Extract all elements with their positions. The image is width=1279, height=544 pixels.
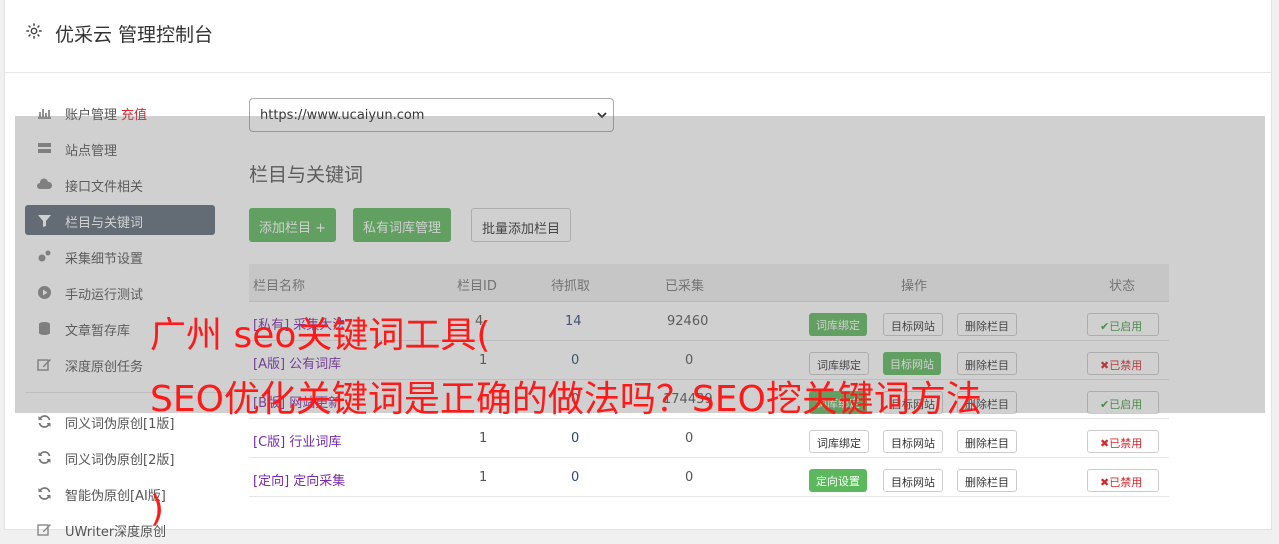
target-site-button[interactable]: 目标网站 [883,430,943,453]
sidebar-item-synonym-v2[interactable]: 同义词伪原创[2版] [25,442,215,472]
column-id: 1 [479,431,488,446]
pending-count: 0 [571,470,580,485]
table-row: [定向] 定向采集 1 0 0 定向设置 目标网站 删除栏目 ✖已禁用 [249,458,1169,497]
pending-count: 0 [571,431,580,446]
column-id: 1 [479,470,488,485]
page-title: 优采云 管理控制台 [55,24,214,46]
watermark-line-3: ) [150,489,165,530]
collected-count: 0 [685,431,694,446]
delete-column-button[interactable]: 删除栏目 [957,469,1017,492]
column-name[interactable]: [定向] 定向采集 [253,470,345,489]
directed-settings-button[interactable]: 定向设置 [809,469,867,492]
target-site-button[interactable]: 目标网站 [883,469,943,492]
sidebar-item-label: 同义词伪原创[2版] [65,453,175,468]
refresh-icon [38,415,51,428]
refresh-icon [38,451,51,464]
column-name[interactable]: [C版] 行业词库 [253,431,341,450]
status-toggle[interactable]: ✖已禁用 [1087,469,1159,492]
gear-icon [26,23,42,39]
delete-column-button[interactable]: 删除栏目 [957,430,1017,453]
gray-overlay [15,116,1265,413]
sidebar-item-ai-original[interactable]: 智能伪原创[AI版] [25,478,215,508]
page-header: 优采云 管理控制台 [5,0,1271,73]
refresh-icon [38,487,51,500]
collected-count: 0 [685,470,694,485]
sidebar-item-uwriter[interactable]: UWriter深度原创 [25,514,215,544]
watermark-line-2: SEO优化关键词是正确的做法吗？SEO挖关键词方法 [150,379,982,420]
status-toggle[interactable]: ✖已禁用 [1087,430,1159,453]
lexicon-bind-button[interactable]: 词库绑定 [809,430,869,453]
watermark-line-1: 广州 seo关键词工具( [150,315,491,356]
table-row: [C版] 行业词库 1 0 0 词库绑定 目标网站 删除栏目 ✖已禁用 [249,419,1169,458]
